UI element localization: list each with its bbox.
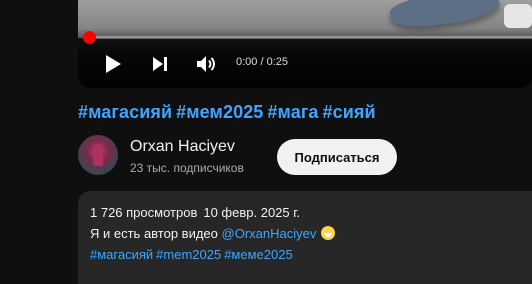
description-box[interactable]: 1 726 просмотров 10 февр. 2025 г. Я и ест… — [78, 191, 532, 284]
video-content-shoe — [388, 0, 502, 32]
avatar-figure — [93, 144, 103, 166]
title-hashtag-link[interactable]: #мем2025 — [176, 102, 263, 122]
description-hashtag-link[interactable]: #магасияй — [90, 247, 153, 262]
emoji-icon — [321, 226, 336, 240]
play-button[interactable] — [102, 53, 124, 75]
next-button[interactable] — [149, 53, 171, 75]
next-icon — [153, 57, 167, 71]
progress-bar[interactable] — [88, 36, 532, 39]
progress-scrubber[interactable] — [83, 31, 96, 44]
channel-name[interactable]: Orxan Haciyev — [130, 138, 235, 156]
view-count: 1 726 просмотров — [90, 205, 198, 220]
description-tags: #магасияй #mem2025 #меме2025 — [90, 247, 520, 262]
subscribe-button[interactable]: Подписаться — [277, 139, 397, 175]
description-hashtag-link[interactable]: #меме2025 — [224, 247, 293, 262]
video-content-object — [504, 4, 532, 28]
time-display: 0:00 / 0:25 — [236, 56, 288, 68]
title-hashtag-link[interactable]: #сияй — [323, 102, 376, 122]
channel-mention-link[interactable]: @OrxanHaciyev — [222, 226, 317, 241]
description-meta: 1 726 просмотров 10 февр. 2025 г. — [90, 205, 520, 220]
play-icon — [106, 55, 121, 73]
title-hashtag-link[interactable]: #магасияй — [78, 102, 172, 122]
title-hashtag-link[interactable]: #мага — [267, 102, 318, 122]
volume-button[interactable] — [195, 53, 219, 75]
description-text: Я и есть автор видео — [90, 226, 218, 241]
volume-icon — [197, 56, 215, 72]
upload-date: 10 февр. 2025 г. — [203, 205, 301, 220]
video-player[interactable]: 0:00 / 0:25 — [78, 0, 532, 88]
subscriber-count: 23 тыс. подписчиков — [130, 161, 244, 175]
video-title: #магасияй #мем2025 #мага #сияй — [78, 102, 380, 123]
description-text-line: Я и есть автор видео @OrxanHaciyev — [90, 226, 520, 241]
description-hashtag-link[interactable]: #mem2025 — [156, 247, 221, 262]
avatar[interactable] — [78, 135, 118, 175]
